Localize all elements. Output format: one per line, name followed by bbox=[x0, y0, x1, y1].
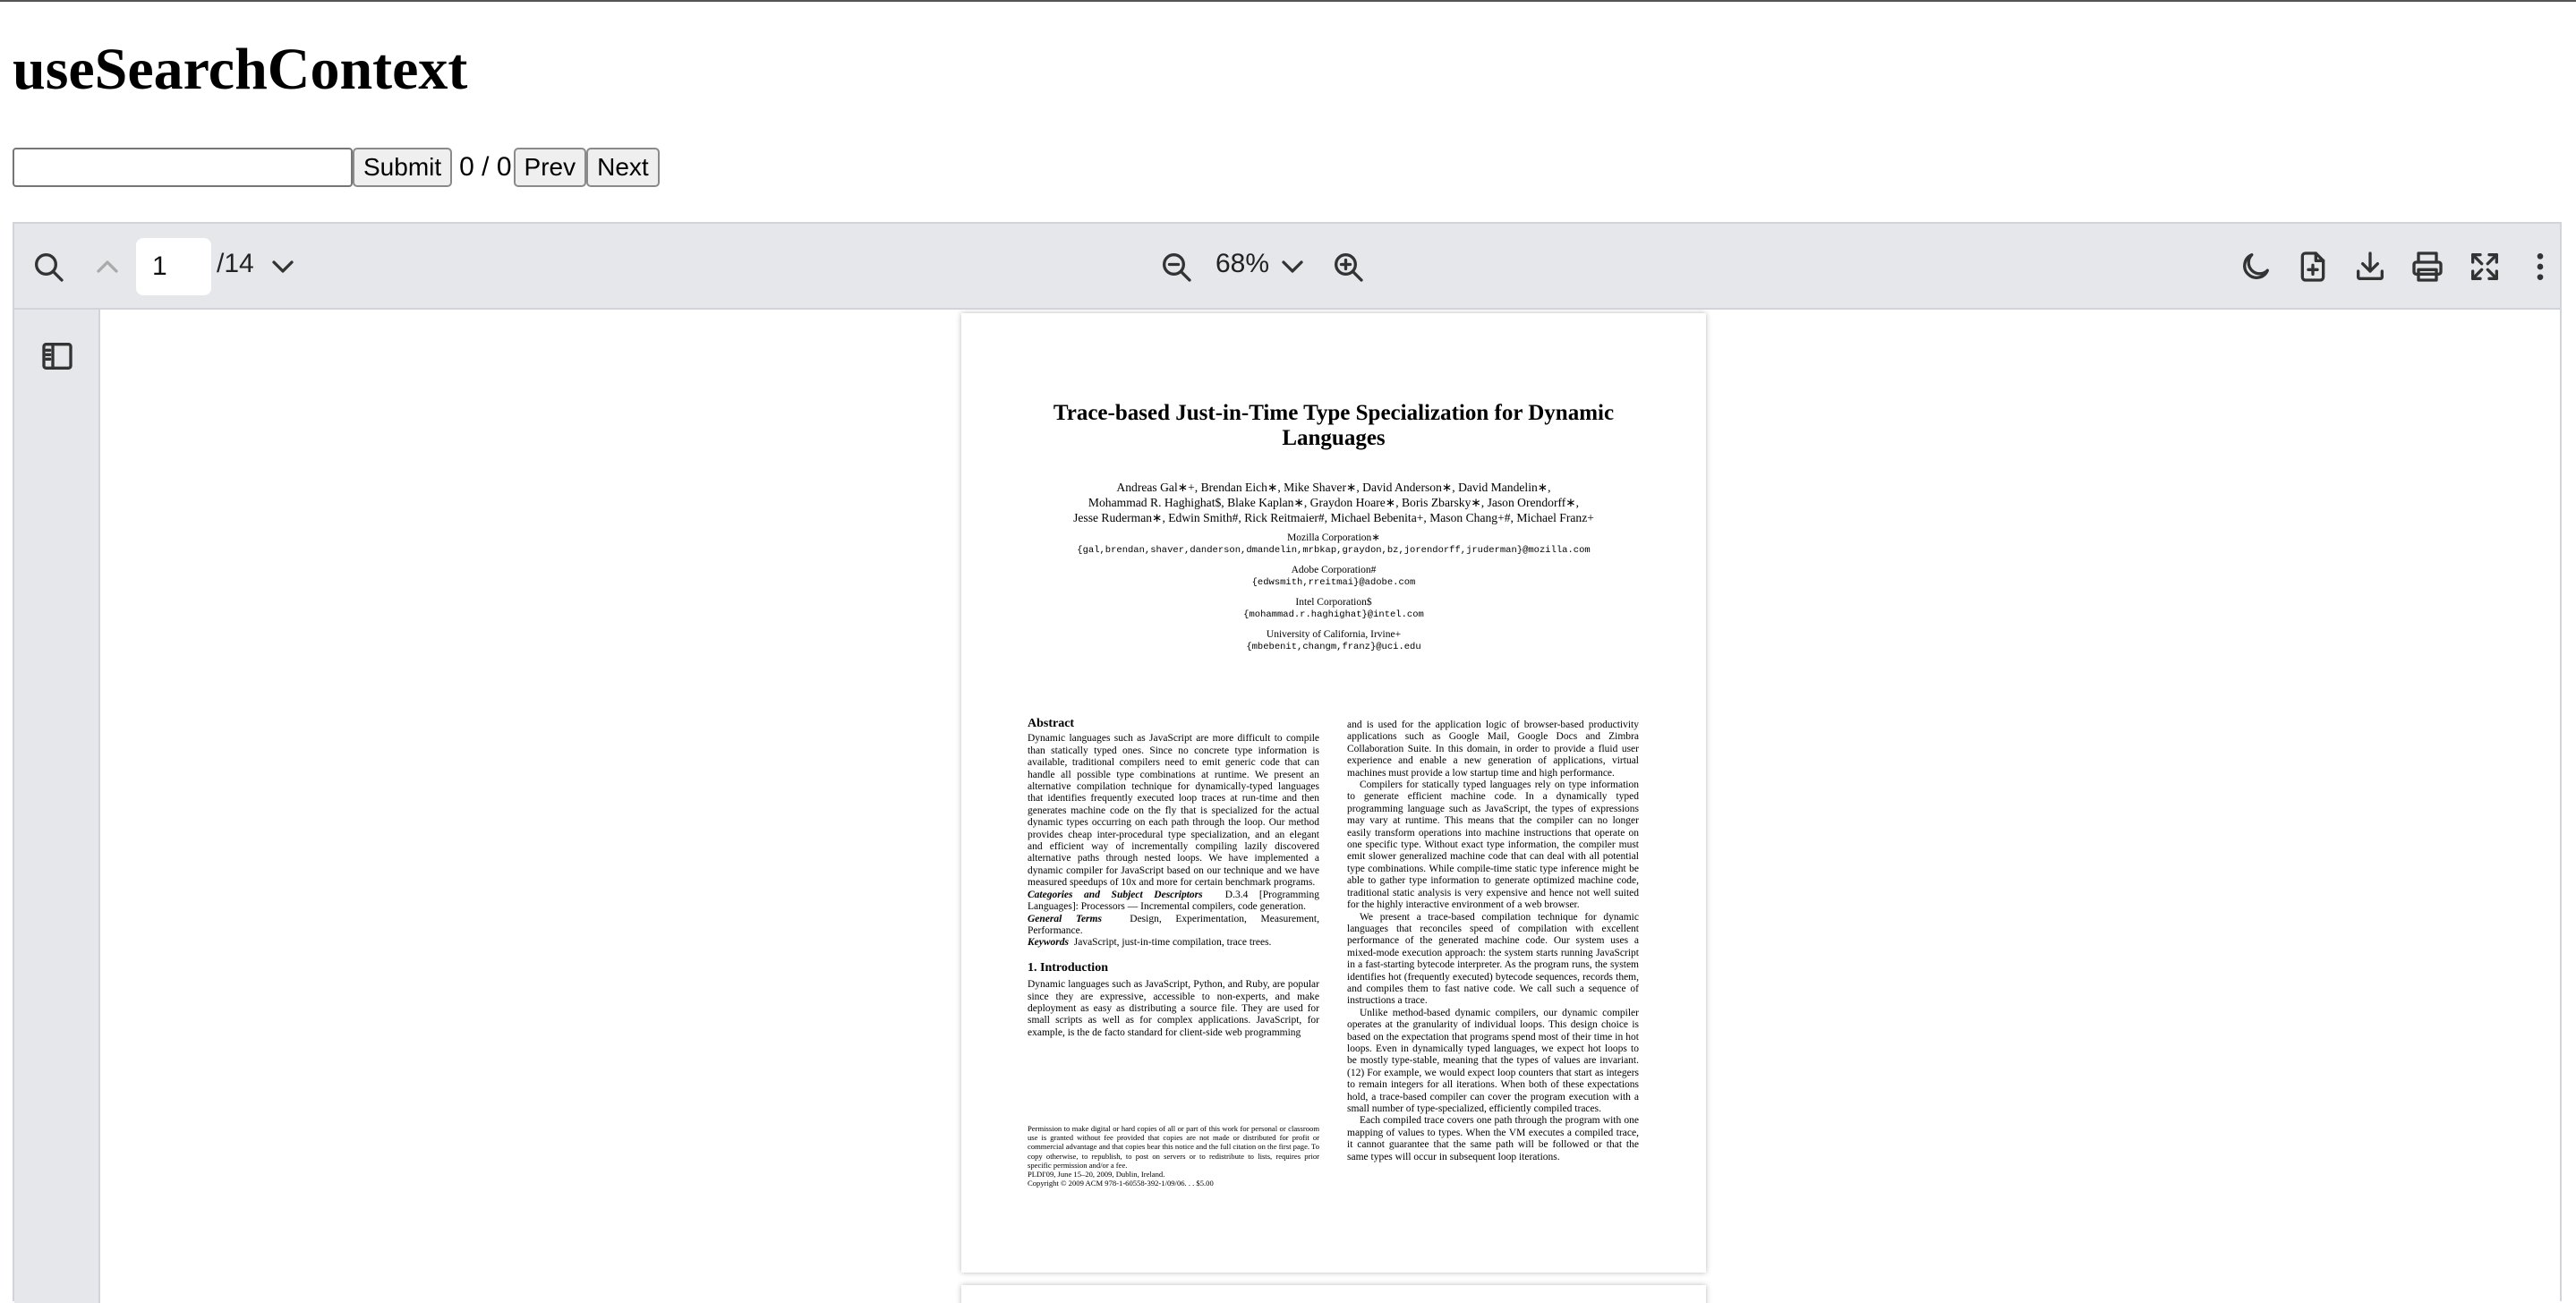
next-button[interactable]: Next bbox=[586, 148, 660, 187]
categories-label: Categories and Subject Descriptors bbox=[1028, 889, 1203, 900]
pdf-page-1: Trace-based Just-in-Time Type Specializa… bbox=[961, 313, 1706, 1273]
keywords-text: JavaScript, just-in-time compilation, tr… bbox=[1073, 937, 1272, 949]
permission-notice: Permission to make digital or hard copie… bbox=[1028, 1124, 1319, 1188]
permission-text: Permission to make digital or hard copie… bbox=[1028, 1124, 1319, 1170]
submit-button[interactable]: Submit bbox=[353, 148, 453, 187]
pdf-page-2 bbox=[961, 1285, 1706, 1303]
affiliation: Mozilla Corporation∗ {gal,brendan,shaver… bbox=[1015, 532, 1652, 557]
zoom-level[interactable]: 68% bbox=[1215, 249, 1269, 279]
affiliation: Adobe Corporation# {edwsmith,rreitmai}@a… bbox=[1015, 564, 1652, 589]
match-count: 0 / 0 bbox=[459, 152, 512, 182]
paper-title: Trace-based Just-in-Time Type Specializa… bbox=[1053, 401, 1615, 450]
pdf-viewer: /14 68% bbox=[13, 222, 2562, 1303]
page-total: /14 bbox=[217, 249, 254, 278]
search-icon[interactable] bbox=[29, 247, 68, 286]
affiliation-emails: {mbebenit,changm,franz}@uci.edu bbox=[1246, 642, 1421, 652]
general-terms: General Terms Design, Experimentation, M… bbox=[1028, 914, 1319, 938]
chevron-down-icon[interactable] bbox=[263, 247, 303, 286]
affiliation-emails: {gal,brendan,shaver,danderson,dmandelin,… bbox=[1077, 545, 1591, 556]
zoom-out-icon[interactable] bbox=[1156, 247, 1196, 286]
affiliation-name: Mozilla Corporation∗ bbox=[1287, 532, 1380, 543]
general-terms-label: General Terms bbox=[1028, 913, 1102, 924]
search-bar: Submit 0 / 0 Prev Next bbox=[13, 147, 660, 188]
left-column: Abstract Dynamic languages such as JavaS… bbox=[1028, 717, 1319, 1039]
author-line: Jesse Ruderman∗, Edwin Smith#, Rick Reit… bbox=[1073, 511, 1594, 524]
paragraph: We present a trace-based compilation tec… bbox=[1347, 911, 1639, 1007]
zoom-dropdown-chevron-icon[interactable] bbox=[1273, 247, 1312, 286]
download-icon[interactable] bbox=[2350, 247, 2390, 286]
fullscreen-icon[interactable] bbox=[2465, 247, 2504, 286]
author-line: Andreas Gal∗+, Brendan Eich∗, Mike Shave… bbox=[1116, 481, 1551, 494]
prev-button[interactable]: Prev bbox=[513, 148, 587, 187]
intro-heading: 1. Introduction bbox=[1028, 960, 1108, 975]
copyright-text: Copyright © 2009 ACM 978-1-60558-392-1/0… bbox=[1028, 1179, 1214, 1188]
viewer-toolbar: /14 68% bbox=[14, 224, 2560, 310]
keywords: Keywords JavaScript, just-in-time compil… bbox=[1028, 937, 1319, 949]
open-file-icon[interactable] bbox=[2293, 247, 2333, 286]
paragraph: Each compiled trace covers one path thro… bbox=[1347, 1115, 1639, 1162]
affiliation-emails: {mohammad.r.haghighat}@intel.com bbox=[1243, 609, 1424, 620]
sidebar-toggle-icon[interactable] bbox=[38, 336, 77, 376]
paragraph: Unlike method-based dynamic compilers, o… bbox=[1347, 1007, 1639, 1114]
right-column: and is used for the application logic of… bbox=[1347, 720, 1639, 1163]
viewer-sidebar bbox=[14, 310, 100, 1303]
affiliation-name: Intel Corporation$ bbox=[1295, 597, 1372, 608]
intro-text: Dynamic languages such as JavaScript, Py… bbox=[1028, 979, 1319, 1038]
more-vertical-icon[interactable] bbox=[2521, 247, 2560, 286]
affiliation-name: Adobe Corporation# bbox=[1291, 565, 1377, 575]
affiliation: Intel Corporation$ {mohammad.r.haghighat… bbox=[1015, 596, 1652, 621]
paragraph: and is used for the application logic of… bbox=[1347, 720, 1639, 779]
moon-icon[interactable] bbox=[2236, 247, 2275, 286]
zoom-in-icon[interactable] bbox=[1328, 247, 1368, 286]
keywords-label: Keywords bbox=[1028, 937, 1069, 949]
abstract-heading: Abstract bbox=[1028, 717, 1075, 730]
paragraph: Compilers for statically typed languages… bbox=[1347, 779, 1639, 911]
affiliation-name: University of California, Irvine+ bbox=[1266, 629, 1402, 640]
chevron-up-icon[interactable] bbox=[88, 247, 127, 286]
abstract-text: Dynamic languages such as JavaScript are… bbox=[1028, 733, 1319, 889]
affiliation-emails: {edwsmith,rreitmai}@adobe.com bbox=[1251, 577, 1416, 588]
affiliation: University of California, Irvine+ {mbebe… bbox=[1015, 628, 1652, 653]
affiliations: Mozilla Corporation∗ {gal,brendan,shaver… bbox=[1015, 532, 1652, 660]
author-list: Andreas Gal∗+, Brendan Eich∗, Mike Shave… bbox=[1015, 480, 1652, 525]
print-icon[interactable] bbox=[2408, 247, 2447, 286]
page-number-input[interactable] bbox=[136, 238, 211, 295]
search-input[interactable] bbox=[13, 148, 353, 187]
author-line: Mohammad R. Haghighat$, Blake Kaplan∗, G… bbox=[1088, 496, 1580, 509]
venue-text: PLDI'09, June 15–20, 2009, Dublin, Irela… bbox=[1028, 1170, 1165, 1180]
categories: Categories and Subject Descriptors D.3.4… bbox=[1028, 890, 1319, 914]
document-area[interactable]: Trace-based Just-in-Time Type Specializa… bbox=[100, 310, 2560, 1303]
page-title: useSearchContext bbox=[13, 37, 468, 102]
